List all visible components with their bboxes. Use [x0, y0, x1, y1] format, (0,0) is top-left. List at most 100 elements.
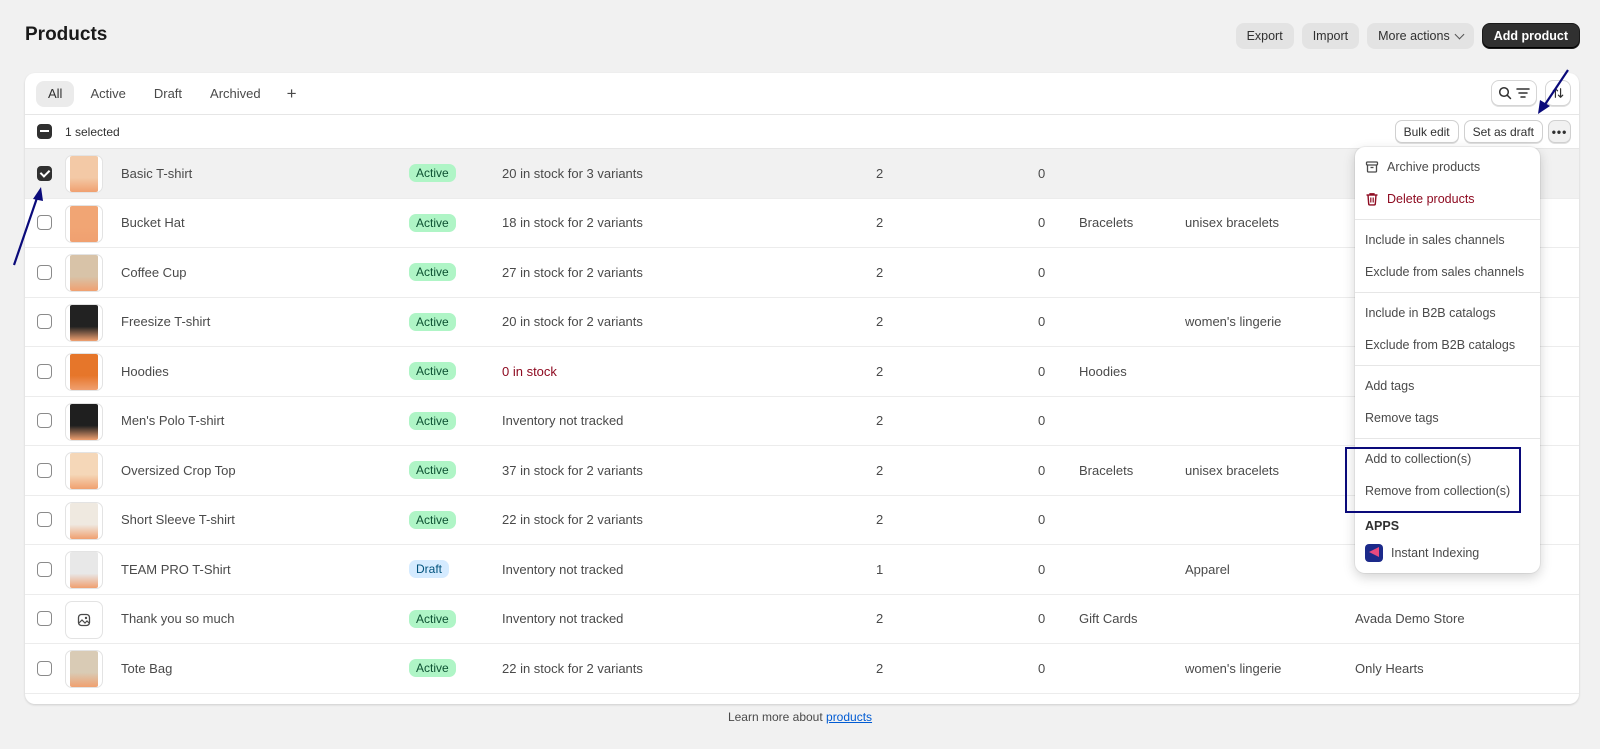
product-thumbnail[interactable]: [65, 254, 103, 292]
tab-draft[interactable]: Draft: [142, 81, 194, 107]
product-thumbnail[interactable]: [65, 551, 103, 589]
menu-exclude-b2b-catalogs[interactable]: Exclude from B2B catalogs: [1355, 329, 1540, 361]
set-as-draft-button[interactable]: Set as draft: [1463, 120, 1543, 143]
product-thumbnail[interactable]: [65, 600, 103, 639]
archive-icon: [1365, 161, 1379, 173]
menu-include-sales-channels[interactable]: Include in sales channels: [1355, 224, 1540, 256]
sales-channels-cell: 2: [876, 660, 884, 676]
product-name[interactable]: Short Sleeve T-shirt: [121, 512, 235, 527]
status-badge: Active: [409, 461, 456, 480]
tab-active[interactable]: Active: [78, 81, 137, 107]
table-row[interactable]: Tote Bag Active 22 in stock for 2 varian…: [25, 644, 1579, 694]
trash-icon: [1366, 193, 1378, 206]
product-name[interactable]: Thank you so much: [121, 611, 234, 626]
search-filter-button[interactable]: [1491, 80, 1537, 106]
status-badge-label: Active: [409, 164, 456, 183]
footer-text: Learn more about: [727, 710, 827, 724]
product-image: [70, 453, 98, 489]
product-name[interactable]: Tote Bag: [121, 661, 172, 676]
row-checkbox[interactable]: [37, 215, 52, 231]
sort-button[interactable]: [1545, 80, 1571, 106]
table-row[interactable]: Men's Polo T-shirt Active Inventory not …: [25, 397, 1579, 446]
product-thumbnail[interactable]: [65, 650, 103, 688]
table-row[interactable]: TEAM PRO T-Shirt Draft Inventory not tra…: [25, 545, 1579, 595]
table-row[interactable]: Oversized Crop Top Active 37 in stock fo…: [25, 446, 1579, 496]
product-image: [70, 651, 98, 687]
table-row[interactable]: Short Sleeve T-shirt Active 22 in stock …: [25, 496, 1579, 545]
product-name[interactable]: Basic T-shirt: [121, 166, 192, 181]
status-badge-label: Active: [409, 659, 456, 678]
product-name[interactable]: Coffee Cup: [121, 265, 187, 280]
table-row[interactable]: Coffee Cup Active 27 in stock for 2 vari…: [25, 248, 1579, 298]
menu-archive-products[interactable]: Archive products: [1355, 151, 1540, 183]
product-name[interactable]: Oversized Crop Top: [121, 463, 236, 478]
product-image: [70, 255, 98, 291]
row-checkbox[interactable]: [37, 561, 52, 577]
table-row[interactable]: Thank you so much Active Inventory not t…: [25, 595, 1579, 644]
table-row[interactable]: Freesize T-shirt Active 20 in stock for …: [25, 298, 1579, 347]
status-badge-label: Draft: [409, 560, 450, 579]
menu-delete-products[interactable]: Delete products: [1355, 183, 1540, 215]
import-button[interactable]: Import: [1301, 23, 1360, 49]
menu-remove-tags[interactable]: Remove tags: [1355, 402, 1540, 434]
product-thumbnail[interactable]: [65, 353, 103, 391]
row-checkbox[interactable]: [37, 413, 52, 429]
menu-delete-label: Delete products: [1387, 192, 1475, 206]
menu-remove-from-collections[interactable]: Remove from collection(s): [1355, 475, 1540, 507]
menu-add-tags[interactable]: Add tags: [1355, 370, 1540, 402]
select-all-checkbox[interactable]: [37, 124, 52, 139]
row-checkbox[interactable]: [37, 660, 52, 676]
product-name[interactable]: TEAM PRO T-Shirt: [121, 562, 231, 577]
status-badge: Active: [409, 411, 456, 430]
menu-add-to-collections[interactable]: Add to collection(s): [1355, 443, 1540, 475]
more-actions-button[interactable]: More actions: [1367, 23, 1474, 49]
product-thumbnail[interactable]: [65, 402, 103, 441]
markets-cell: 0: [1038, 413, 1046, 429]
row-checkbox[interactable]: [37, 264, 52, 280]
inventory-cell: 18 in stock for 2 variants: [502, 215, 643, 231]
menu-divider: [1355, 438, 1540, 439]
row-checkbox[interactable]: [37, 363, 52, 379]
product-thumbnail[interactable]: [65, 501, 103, 540]
inventory-cell: Inventory not tracked: [502, 561, 624, 577]
product-name[interactable]: Freesize T-shirt: [121, 314, 210, 329]
more-bulk-actions-button[interactable]: •••: [1548, 120, 1571, 143]
table-row[interactable]: Basic T-shirt Active 20 in stock for 3 v…: [25, 149, 1579, 199]
product-image: [70, 304, 98, 341]
type-cell: women's lingerie: [1185, 660, 1282, 676]
status-badge: Draft: [409, 560, 450, 579]
row-checkbox[interactable]: [37, 512, 52, 528]
menu-exclude-sales-channels[interactable]: Exclude from sales channels: [1355, 256, 1540, 288]
row-checkbox[interactable]: [37, 165, 52, 181]
product-name[interactable]: Bucket Hat: [121, 215, 185, 230]
table-row[interactable]: Bucket Hat Active 18 in stock for 2 vari…: [25, 199, 1579, 248]
status-badge-label: Active: [409, 411, 456, 430]
product-thumbnail[interactable]: [65, 303, 103, 342]
bulk-edit-button[interactable]: Bulk edit: [1394, 120, 1459, 143]
row-checkbox[interactable]: [37, 462, 52, 478]
row-checkbox[interactable]: [37, 611, 52, 627]
product-thumbnail[interactable]: [65, 155, 103, 193]
export-button[interactable]: Export: [1235, 23, 1294, 49]
table-row[interactable]: Hoodies Active 0 in stock 2 0 Hoodies: [25, 347, 1579, 397]
tab-archived[interactable]: Archived: [198, 81, 273, 107]
add-product-button[interactable]: Add product: [1481, 23, 1580, 49]
row-checkbox[interactable]: [37, 314, 52, 330]
menu-app-instant-indexing[interactable]: Instant Indexing: [1355, 537, 1540, 569]
product-name[interactable]: Hoodies: [121, 364, 169, 379]
add-view-button[interactable]: +: [277, 81, 307, 107]
products-help-link[interactable]: products: [826, 710, 872, 724]
header-actions: Export Import More actions Add product: [1235, 23, 1580, 49]
category-cell: Hoodies: [1079, 363, 1127, 379]
inventory-cell: 20 in stock for 2 variants: [502, 314, 643, 330]
menu-include-b2b-catalogs[interactable]: Include in B2B catalogs: [1355, 297, 1540, 329]
bulk-actions: Bulk edit Set as draft •••: [1394, 120, 1571, 143]
tab-all[interactable]: All: [36, 80, 75, 107]
menu-divider: [1355, 292, 1540, 293]
product-name[interactable]: Men's Polo T-shirt: [121, 413, 224, 428]
markets-cell: 0: [1038, 462, 1046, 478]
product-thumbnail[interactable]: [65, 452, 103, 490]
product-image: [70, 403, 98, 440]
type-cell: unisex bracelets: [1185, 215, 1279, 231]
product-thumbnail[interactable]: [65, 204, 103, 243]
